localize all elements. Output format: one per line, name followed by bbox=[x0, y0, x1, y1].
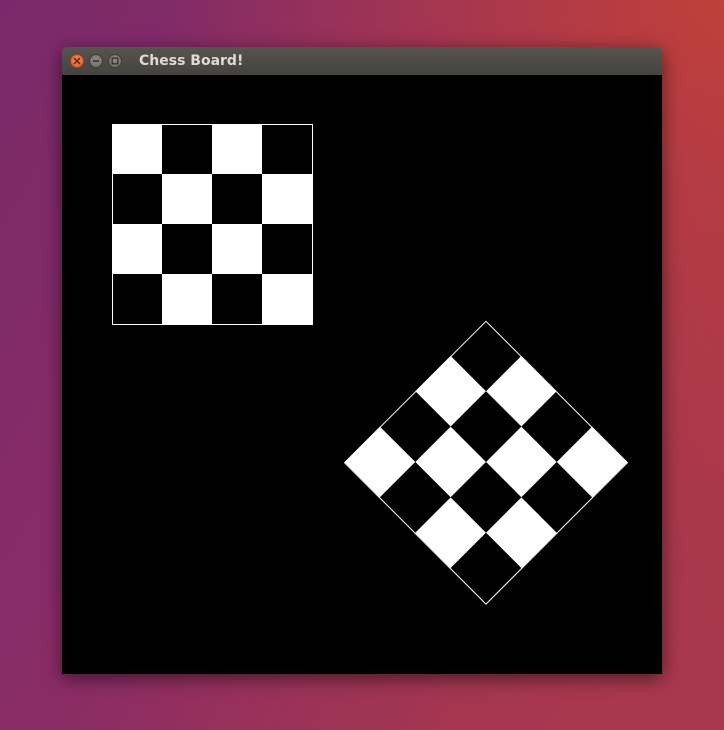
maximize-button[interactable] bbox=[108, 54, 122, 68]
board-square-light bbox=[112, 124, 162, 174]
board-square-dark bbox=[262, 124, 312, 174]
board-square-dark bbox=[112, 274, 162, 324]
app-window: Chess Board! bbox=[62, 47, 662, 674]
chess-board-drawing bbox=[112, 124, 629, 605]
rotated-board bbox=[343, 320, 629, 605]
board-square-dark bbox=[212, 274, 262, 324]
title-bar[interactable]: Chess Board! bbox=[62, 47, 662, 75]
board-square-light bbox=[112, 224, 162, 274]
minimize-button[interactable] bbox=[89, 54, 103, 68]
axis-aligned-board bbox=[112, 124, 313, 325]
close-icon bbox=[73, 57, 81, 65]
board-square-dark bbox=[162, 124, 212, 174]
board-square-dark bbox=[162, 224, 212, 274]
board-square-light bbox=[212, 124, 262, 174]
board-square-light bbox=[262, 274, 312, 324]
board-square-dark bbox=[262, 224, 312, 274]
board-square-light bbox=[162, 274, 212, 324]
minimize-icon bbox=[93, 60, 99, 62]
board-square-light bbox=[162, 174, 212, 224]
board-square-dark bbox=[112, 174, 162, 224]
board-square-dark bbox=[212, 174, 262, 224]
window-title: Chess Board! bbox=[139, 53, 244, 69]
maximize-icon bbox=[111, 57, 119, 65]
board-square-light bbox=[212, 224, 262, 274]
drawing-canvas bbox=[62, 75, 662, 674]
board-square-light bbox=[262, 174, 312, 224]
close-button[interactable] bbox=[70, 54, 84, 68]
